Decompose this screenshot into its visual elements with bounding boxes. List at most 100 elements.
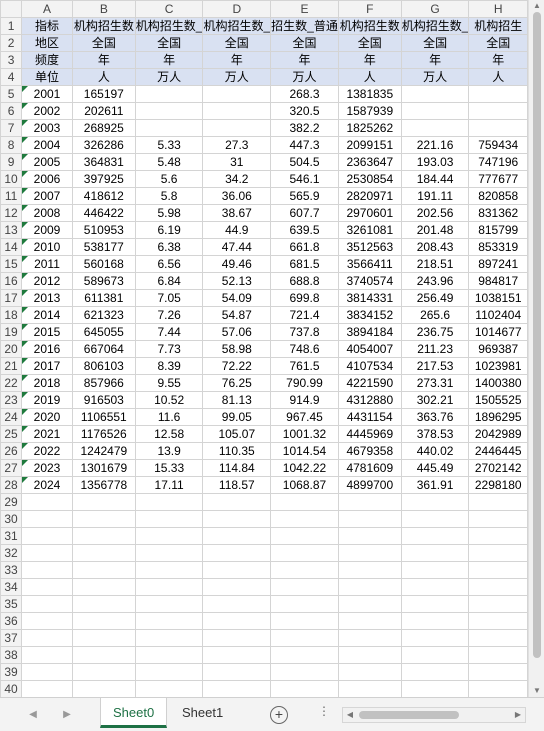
data-cell[interactable]: 445.49: [400, 459, 470, 477]
data-cell[interactable]: 1242479: [71, 442, 136, 460]
data-cell[interactable]: 5.6: [134, 170, 204, 188]
empty-cell[interactable]: [270, 663, 339, 681]
header-cell[interactable]: 指标: [21, 17, 73, 35]
data-cell[interactable]: 326286: [71, 136, 136, 154]
header-cell[interactable]: 单位: [21, 68, 73, 86]
data-cell[interactable]: 504.5: [270, 153, 339, 171]
prev-sheet-icon[interactable]: ◀: [26, 708, 40, 722]
data-cell[interactable]: 857966: [71, 374, 136, 392]
header-cell[interactable]: 年: [71, 51, 136, 69]
empty-cell[interactable]: [202, 680, 272, 697]
data-cell[interactable]: 105.07: [202, 425, 272, 443]
data-cell[interactable]: 969387: [468, 340, 528, 358]
data-cell[interactable]: 3512563: [337, 238, 402, 256]
empty-cell[interactable]: [468, 544, 528, 562]
row-header[interactable]: 8: [0, 136, 23, 154]
data-cell[interactable]: 681.5: [270, 255, 339, 273]
data-cell[interactable]: 72.22: [202, 357, 272, 375]
empty-cell[interactable]: [134, 680, 204, 697]
empty-cell[interactable]: [71, 544, 136, 562]
year-cell[interactable]: 2024: [21, 476, 73, 494]
year-cell[interactable]: 2012: [21, 272, 73, 290]
row-header[interactable]: 30: [0, 510, 23, 528]
empty-cell[interactable]: [337, 595, 402, 613]
empty-cell[interactable]: [202, 595, 272, 613]
empty-cell[interactable]: [270, 680, 339, 697]
data-cell[interactable]: 15.33: [134, 459, 204, 477]
year-cell[interactable]: 2010: [21, 238, 73, 256]
empty-cell[interactable]: [134, 561, 204, 579]
data-cell[interactable]: 3261081: [337, 221, 402, 239]
row-header[interactable]: 37: [0, 629, 23, 647]
data-cell[interactable]: 6.56: [134, 255, 204, 273]
row-header[interactable]: 1: [0, 17, 23, 35]
data-cell[interactable]: [468, 85, 528, 103]
row-header[interactable]: 11: [0, 187, 23, 205]
header-cell[interactable]: 全国: [71, 34, 136, 52]
row-header[interactable]: 10: [0, 170, 23, 188]
header-cell[interactable]: 全国: [270, 34, 339, 52]
data-cell[interactable]: 208.43: [400, 238, 470, 256]
data-cell[interactable]: 1042.22: [270, 459, 339, 477]
data-cell[interactable]: 777677: [468, 170, 528, 188]
data-cell[interactable]: 447.3: [270, 136, 339, 154]
empty-cell[interactable]: [134, 493, 204, 511]
data-cell[interactable]: 118.57: [202, 476, 272, 494]
data-cell[interactable]: 54.09: [202, 289, 272, 307]
empty-cell[interactable]: [468, 629, 528, 647]
data-cell[interactable]: 3834152: [337, 306, 402, 324]
header-cell[interactable]: 万人: [134, 68, 204, 86]
data-cell[interactable]: 688.8: [270, 272, 339, 290]
data-cell[interactable]: 565.9: [270, 187, 339, 205]
empty-cell[interactable]: [202, 612, 272, 630]
year-cell[interactable]: 2019: [21, 391, 73, 409]
empty-cell[interactable]: [71, 663, 136, 681]
data-cell[interactable]: 639.5: [270, 221, 339, 239]
column-header-a[interactable]: A: [21, 0, 73, 18]
row-header[interactable]: 23: [0, 391, 23, 409]
data-cell[interactable]: 3740574: [337, 272, 402, 290]
empty-cell[interactable]: [202, 527, 272, 545]
row-header[interactable]: 17: [0, 289, 23, 307]
data-cell[interactable]: 611381: [71, 289, 136, 307]
empty-cell[interactable]: [134, 510, 204, 528]
data-cell[interactable]: 645055: [71, 323, 136, 341]
empty-cell[interactable]: [270, 527, 339, 545]
empty-cell[interactable]: [134, 544, 204, 562]
empty-cell[interactable]: [400, 680, 470, 697]
header-cell[interactable]: 招生数_普通: [270, 17, 339, 35]
empty-cell[interactable]: [270, 544, 339, 562]
empty-cell[interactable]: [21, 527, 73, 545]
data-cell[interactable]: 721.4: [270, 306, 339, 324]
header-cell[interactable]: 频度: [21, 51, 73, 69]
row-header[interactable]: 3: [0, 51, 23, 69]
data-cell[interactable]: 748.6: [270, 340, 339, 358]
data-cell[interactable]: 560168: [71, 255, 136, 273]
empty-cell[interactable]: [202, 646, 272, 664]
data-cell[interactable]: 27.3: [202, 136, 272, 154]
data-cell[interactable]: 236.75: [400, 323, 470, 341]
header-cell[interactable]: 年: [270, 51, 339, 69]
data-cell[interactable]: 34.2: [202, 170, 272, 188]
horizontal-scrollbar[interactable]: ◀ ▶: [342, 707, 526, 723]
data-cell[interactable]: 4445969: [337, 425, 402, 443]
data-cell[interactable]: 201.48: [400, 221, 470, 239]
header-cell[interactable]: 年: [400, 51, 470, 69]
data-cell[interactable]: 5.8: [134, 187, 204, 205]
data-cell[interactable]: 1896295: [468, 408, 528, 426]
empty-cell[interactable]: [337, 629, 402, 647]
row-header[interactable]: 16: [0, 272, 23, 290]
header-cell[interactable]: 人: [337, 68, 402, 86]
data-cell[interactable]: 790.99: [270, 374, 339, 392]
empty-cell[interactable]: [134, 595, 204, 613]
column-header-f[interactable]: F: [337, 0, 402, 18]
empty-cell[interactable]: [71, 578, 136, 596]
empty-cell[interactable]: [21, 595, 73, 613]
year-cell[interactable]: 2003: [21, 119, 73, 137]
row-header[interactable]: 9: [0, 153, 23, 171]
scroll-up-icon[interactable]: ▲: [529, 0, 544, 12]
data-cell[interactable]: 1102404: [468, 306, 528, 324]
data-cell[interactable]: 5.48: [134, 153, 204, 171]
empty-cell[interactable]: [202, 493, 272, 511]
data-cell[interactable]: 621323: [71, 306, 136, 324]
